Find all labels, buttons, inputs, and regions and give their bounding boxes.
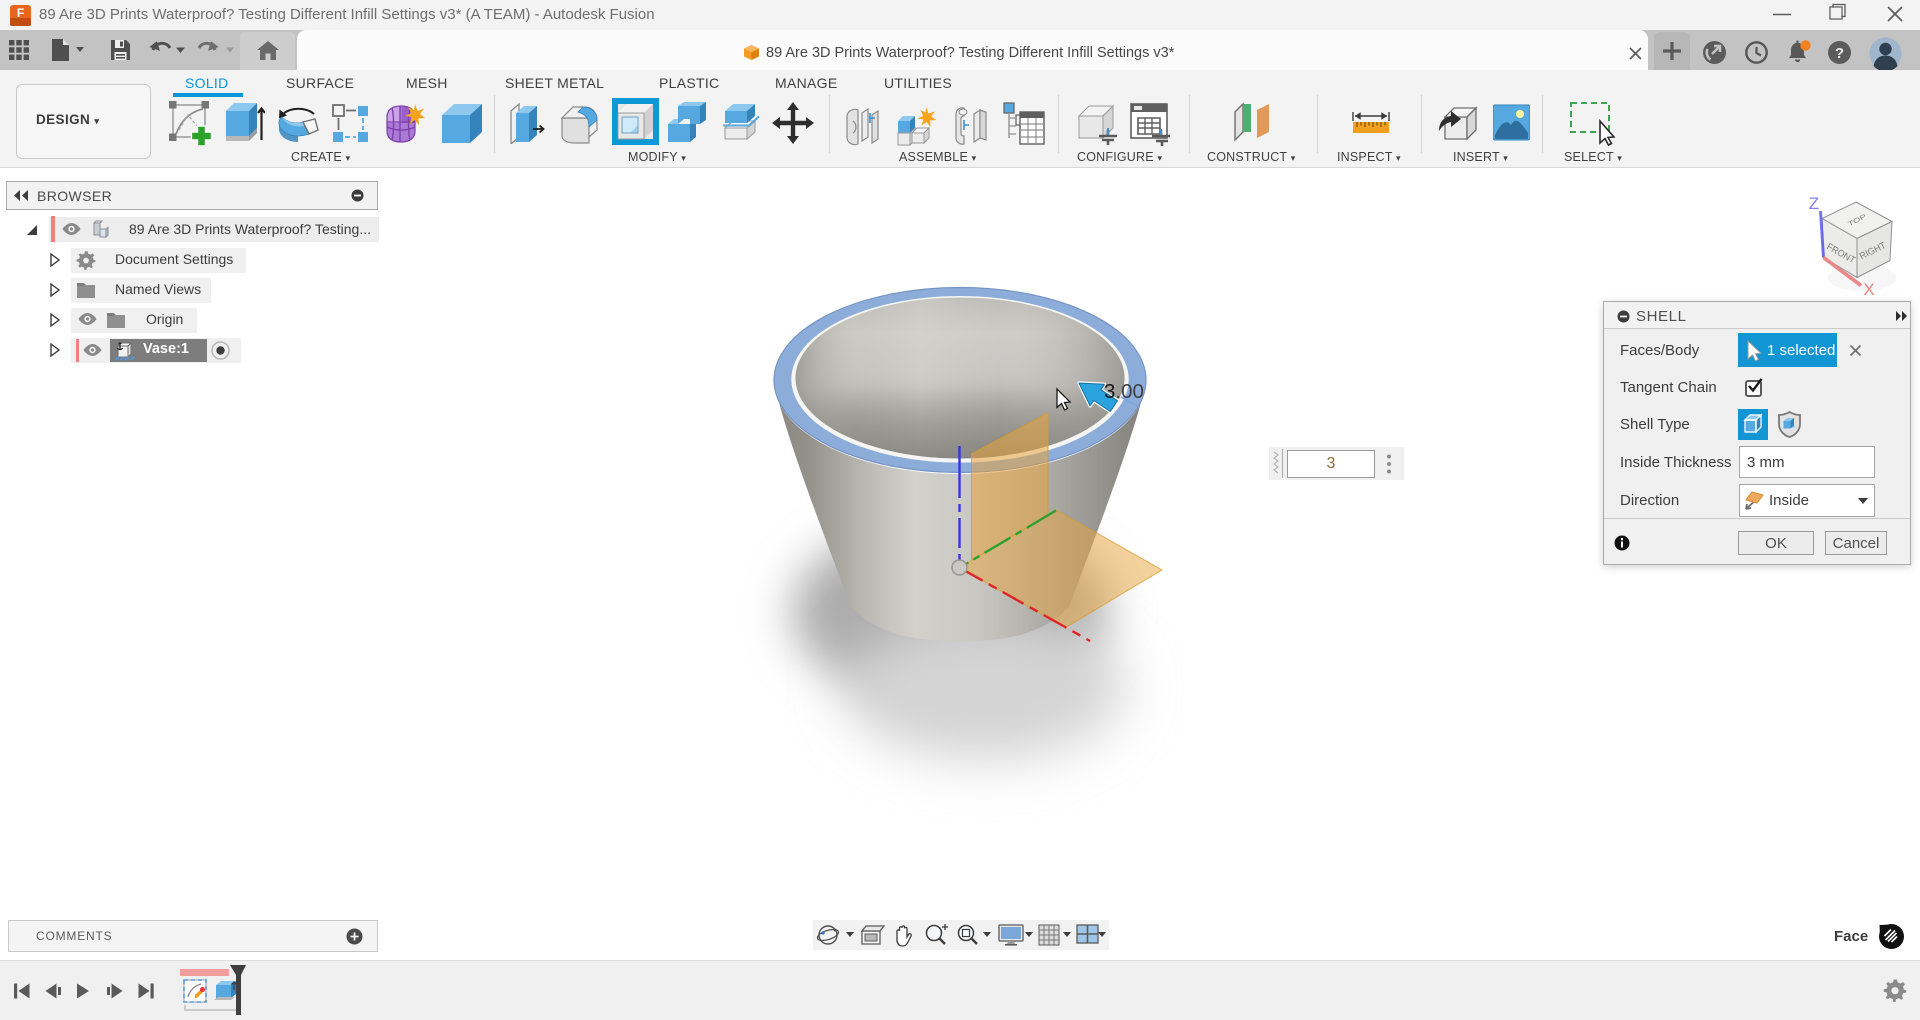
- svg-text:X: X: [1863, 280, 1874, 299]
- svg-text:F: F: [17, 6, 24, 20]
- svg-text:3.00: 3.00: [1104, 380, 1144, 403]
- svg-text:Z: Z: [1809, 194, 1819, 213]
- svg-text:?: ?: [1835, 45, 1844, 62]
